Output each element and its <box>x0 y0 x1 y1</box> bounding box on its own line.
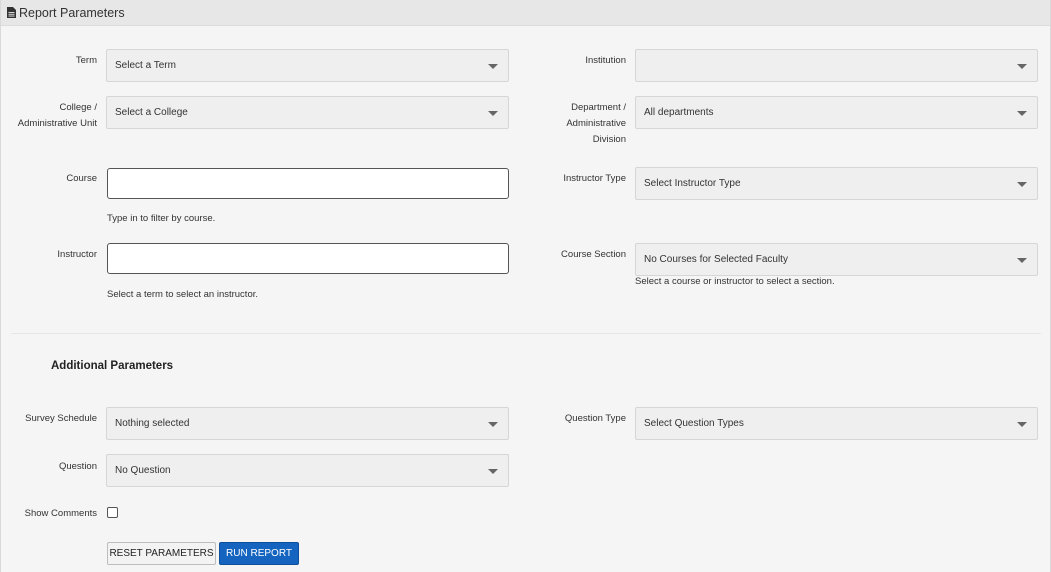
department-select-value: All departments <box>644 107 714 118</box>
survey-schedule-select[interactable]: Nothing selected <box>106 407 509 440</box>
course-section-label: Course Section <box>561 249 626 260</box>
chevron-down-icon <box>1017 258 1027 263</box>
question-type-select-value: Select Question Types <box>644 418 744 429</box>
chevron-down-icon <box>488 422 498 427</box>
instructor-type-select[interactable]: Select Instructor Type <box>635 167 1038 200</box>
college-select-value: Select a College <box>115 107 188 118</box>
course-help-text: Type in to filter by course. <box>107 213 216 224</box>
run-report-button[interactable]: RUN REPORT <box>219 542 299 565</box>
chevron-down-icon <box>1017 64 1027 69</box>
instructor-label: Instructor <box>57 249 97 260</box>
instructor-help-text: Select a term to select an instructor. <box>107 289 259 300</box>
chevron-down-icon <box>1017 182 1027 187</box>
term-select[interactable]: Select a Term <box>106 49 509 82</box>
survey-schedule-label: Survey Schedule <box>25 413 97 424</box>
instructor-type-label: Instructor Type <box>563 173 626 184</box>
college-label: College / Administrative Unit <box>18 100 97 132</box>
instructor-type-select-value: Select Instructor Type <box>644 178 741 189</box>
department-label-line1: Department / <box>571 102 626 113</box>
section-divider <box>11 333 1041 334</box>
department-select[interactable]: All departments <box>635 96 1038 129</box>
term-label: Term <box>75 55 97 66</box>
instructor-input[interactable] <box>107 243 509 274</box>
course-label: Course <box>66 173 97 184</box>
institution-select[interactable] <box>635 49 1038 82</box>
department-label-line3: Division <box>592 134 626 145</box>
show-comments-label: Show Comments <box>24 508 97 519</box>
college-select[interactable]: Select a College <box>106 96 509 129</box>
question-select[interactable]: No Question <box>106 454 509 487</box>
survey-schedule-select-value: Nothing selected <box>115 418 190 429</box>
chevron-down-icon <box>488 469 498 474</box>
course-section-select[interactable]: No Courses for Selected Faculty <box>635 243 1038 276</box>
panel-title: Report Parameters <box>19 5 125 20</box>
show-comments-checkbox[interactable] <box>107 507 118 518</box>
chevron-down-icon <box>488 64 498 69</box>
course-section-help-text: Select a course or instructor to select … <box>635 276 835 287</box>
chevron-down-icon <box>488 111 498 116</box>
report-parameters-panel: Report Parameters Term Select a Term Ins… <box>0 0 1051 572</box>
reset-parameters-button[interactable]: RESET PARAMETERS <box>107 542 216 565</box>
department-label-line2: Administrative <box>566 118 626 129</box>
question-type-label: Question Type <box>564 413 626 424</box>
chevron-down-icon <box>1017 422 1027 427</box>
course-input[interactable] <box>107 168 509 199</box>
term-select-value: Select a Term <box>115 60 176 71</box>
college-label-line2: Administrative Unit <box>17 118 97 129</box>
panel-header: Report Parameters <box>1 0 1050 26</box>
chevron-down-icon <box>1017 111 1027 116</box>
question-label: Question <box>58 461 97 472</box>
additional-parameters-title: Additional Parameters <box>51 360 174 372</box>
department-label: Department / Administrative Division <box>566 100 626 148</box>
course-section-select-value: No Courses for Selected Faculty <box>644 254 788 265</box>
college-label-line1: College / <box>59 102 98 113</box>
document-icon <box>7 7 16 18</box>
question-select-value: No Question <box>115 465 171 476</box>
institution-label: Institution <box>585 55 626 66</box>
question-type-select[interactable]: Select Question Types <box>635 407 1038 440</box>
